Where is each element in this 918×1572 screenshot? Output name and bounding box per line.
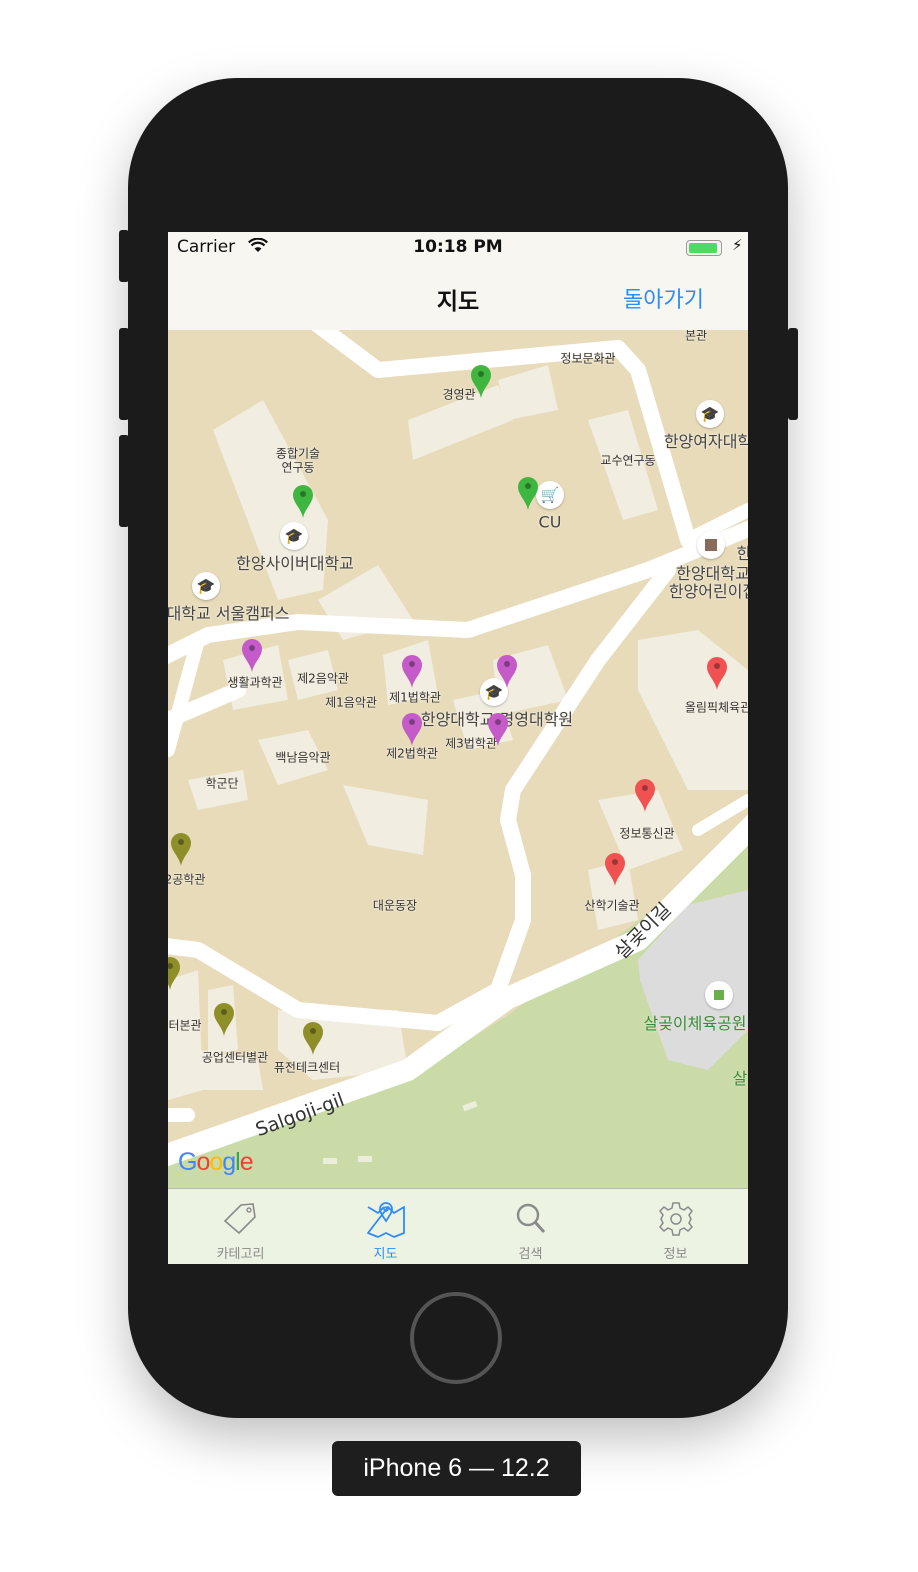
map-label-cyber-univ: 한양사이버대학교	[236, 554, 354, 573]
map-label-hanyang-women: 한양여자대학	[663, 432, 748, 451]
map-pin-magenta[interactable]	[401, 654, 423, 688]
map-label-industry-annex: 공업센터별관	[201, 1050, 269, 1065]
navigation-bar: 지도 돌아가기	[168, 262, 748, 331]
device-label: iPhone 6 — 12.2	[332, 1441, 581, 1496]
tab-label: 카테고리	[216, 1247, 265, 1262]
map-label-faculty: 교수연구동	[600, 453, 656, 468]
map-label-daycare: 한양어린이집	[668, 582, 748, 601]
map-label-eng2: 2공학관	[168, 872, 206, 887]
tab-bar: 카테고리 지도 검색 정보	[168, 1188, 748, 1264]
map-pin-olive[interactable]	[213, 1002, 235, 1036]
map-pin-olive[interactable]	[168, 956, 181, 990]
shopping-cart-icon[interactable]: 🛒	[536, 481, 564, 509]
map-pin-magenta[interactable]	[487, 712, 509, 746]
battery-icon	[686, 240, 722, 256]
map-pin-olive[interactable]	[302, 1021, 324, 1055]
screen: Carrier 10:18 PM ⚡ 지도 돌아가기 본관 정보문화관 경영관 …	[168, 232, 748, 1264]
map-icon	[366, 1202, 405, 1238]
graduation-cap-icon[interactable]: 🎓	[696, 400, 724, 428]
map-label-it-center: 정보통신관	[619, 826, 675, 841]
tab-category[interactable]: 카테고리	[168, 1189, 313, 1264]
map-pin-red[interactable]	[634, 778, 656, 812]
building-square-icon[interactable]	[697, 531, 725, 559]
home-button[interactable]	[410, 1292, 502, 1384]
park-square-icon[interactable]	[705, 981, 733, 1009]
tab-map[interactable]: 지도	[313, 1189, 458, 1264]
volume-down-button	[119, 435, 129, 527]
map-label-music2: 제2음악관	[297, 671, 349, 686]
map-label-seoul-campus: 대학교 서울캠퍼스	[168, 604, 290, 623]
map-pin-magenta[interactable]	[241, 638, 263, 672]
volume-up-button	[119, 328, 129, 420]
tab-info[interactable]: 정보	[603, 1189, 748, 1264]
map-label-music1: 제1음악관	[325, 695, 377, 710]
tab-search[interactable]: 검색	[458, 1189, 603, 1264]
map-pin-green[interactable]	[292, 484, 314, 518]
tab-label: 정보	[663, 1247, 688, 1262]
map-label-baeknam: 백남음악관	[275, 750, 331, 765]
map-label-salgoji-park: 살곶이체육공원	[643, 1014, 747, 1033]
map-pin-olive[interactable]	[170, 832, 192, 866]
map-label-bongwan: 본관	[684, 330, 708, 343]
map-label-stadium: 대운동장	[372, 898, 418, 913]
map-label-fusion-tech: 퓨전테크센터	[273, 1060, 341, 1075]
status-bar: Carrier 10:18 PM ⚡	[168, 232, 748, 262]
tab-label: 지도	[373, 1247, 398, 1262]
back-button[interactable]: 돌아가기	[623, 282, 704, 314]
map-label-tech-research-2: 연구동	[281, 460, 315, 475]
map-pin-magenta[interactable]	[496, 654, 518, 688]
mute-switch	[119, 230, 129, 282]
tab-label: 검색	[518, 1247, 543, 1262]
graduation-cap-icon[interactable]: 🎓	[192, 572, 220, 600]
map-label-center-main: 터본관	[168, 1018, 202, 1033]
map-pin-green[interactable]	[517, 476, 539, 510]
map-pin-red[interactable]	[706, 656, 728, 690]
map-label-industry-tech: 산학기술관	[584, 898, 640, 913]
charging-icon: ⚡	[732, 236, 743, 254]
map-label-info-culture: 정보문화관	[560, 351, 616, 366]
map-label-human-ecology: 생활과학관	[227, 675, 283, 690]
map-label-rotc: 학군단	[205, 776, 239, 791]
google-logo: Google	[178, 1148, 254, 1176]
power-button	[788, 328, 798, 420]
map-pin-red[interactable]	[604, 852, 626, 886]
map-label-law1: 제1법학관	[389, 690, 441, 705]
clock: 10:18 PM	[413, 237, 503, 257]
map-view[interactable]: 본관 정보문화관 경영관 한양여자대학 교수연구동 종합기술 연구동 CU 한양…	[168, 330, 748, 1188]
map-pin-magenta[interactable]	[401, 712, 423, 746]
map-label-olympic-gym: 올림픽체육관	[684, 700, 748, 715]
map-pin-green[interactable]	[470, 364, 492, 398]
battery-fill	[689, 243, 717, 253]
tag-icon	[223, 1203, 256, 1235]
search-icon	[516, 1203, 545, 1234]
map-label-sal: 살	[732, 1069, 748, 1088]
gear-icon	[658, 1202, 693, 1236]
graduation-cap-icon[interactable]: 🎓	[280, 522, 308, 550]
map-label-cu: CU	[538, 512, 562, 532]
map-label-law2: 제2법학관	[386, 746, 438, 761]
